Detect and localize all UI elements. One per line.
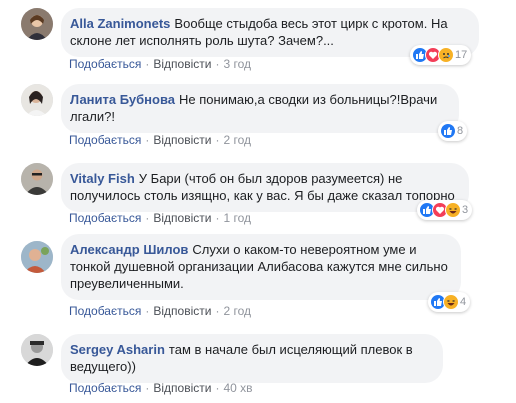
- reactions-summary[interactable]: 17: [410, 45, 472, 65]
- comment-author[interactable]: Alla Zanimonets: [70, 16, 170, 31]
- separator: ·: [215, 304, 220, 318]
- comment-bubble: Ланита Бубнова Не понимаю,а сводки из бол…: [61, 84, 459, 133]
- comment-actions: Подобається · Відповісти · 2 год: [69, 132, 251, 148]
- reactions-summary[interactable]: 8: [438, 121, 468, 141]
- like-link[interactable]: Подобається: [69, 211, 141, 225]
- comment-bubble: Sergey Asharin там в начале был исцеляющи…: [61, 334, 443, 383]
- separator: ·: [215, 381, 220, 395]
- comment-author[interactable]: Александр Шилов: [70, 242, 188, 257]
- reaction-count: 3: [462, 204, 469, 216]
- like-icon: [440, 123, 456, 139]
- comment-time[interactable]: 3 год: [223, 57, 251, 71]
- reply-link[interactable]: Відповісти: [153, 381, 211, 395]
- reactions-summary[interactable]: 4: [428, 292, 471, 312]
- reply-link[interactable]: Відповісти: [153, 57, 211, 71]
- comment-actions: Подобається · Відповісти · 3 год: [69, 56, 251, 72]
- sad-icon: [438, 47, 454, 63]
- reactions-summary[interactable]: 3: [417, 200, 473, 220]
- separator: ·: [145, 211, 150, 225]
- comment-time[interactable]: 1 год: [223, 211, 251, 225]
- avatar[interactable]: [21, 8, 53, 40]
- comment-time[interactable]: 2 год: [223, 133, 251, 147]
- comment-actions: Подобається · Відповісти · 2 год: [69, 303, 251, 319]
- comment-actions: Подобається · Відповісти · 1 год: [69, 210, 251, 226]
- reaction-count: 17: [455, 49, 468, 61]
- avatar[interactable]: [21, 334, 53, 366]
- separator: ·: [145, 133, 150, 147]
- comment-author[interactable]: Vitaly Fish: [70, 171, 135, 186]
- reply-link[interactable]: Відповісти: [153, 304, 211, 318]
- comment-bubble: Александр Шилов Слухи о каком-то невероят…: [61, 234, 461, 300]
- reply-link[interactable]: Відповісти: [153, 211, 211, 225]
- like-link[interactable]: Подобається: [69, 57, 141, 71]
- like-link[interactable]: Подобається: [69, 304, 141, 318]
- separator: ·: [145, 304, 150, 318]
- avatar[interactable]: [21, 84, 53, 116]
- separator: ·: [145, 57, 150, 71]
- comment-time[interactable]: 2 год: [223, 304, 251, 318]
- separator: ·: [145, 381, 150, 395]
- like-link[interactable]: Подобається: [69, 133, 141, 147]
- avatar[interactable]: [21, 163, 53, 195]
- comment-actions: Подобається · Відповісти · 40 хв: [69, 380, 253, 396]
- separator: ·: [215, 57, 220, 71]
- reaction-count: 4: [460, 296, 467, 308]
- comment-author[interactable]: Ланита Бубнова: [70, 92, 175, 107]
- separator: ·: [215, 133, 220, 147]
- like-link[interactable]: Подобається: [69, 381, 141, 395]
- haha-icon: [445, 202, 461, 218]
- comment-time[interactable]: 40 хв: [223, 381, 252, 395]
- avatar[interactable]: [21, 241, 53, 273]
- reaction-count: 8: [457, 125, 464, 137]
- comment-bubble: Vitaly Fish У Бари (чтоб он был здоров ра…: [61, 163, 469, 212]
- separator: ·: [215, 211, 220, 225]
- comment-author[interactable]: Sergey Asharin: [70, 342, 165, 357]
- haha-icon: [443, 294, 459, 310]
- reply-link[interactable]: Відповісти: [153, 133, 211, 147]
